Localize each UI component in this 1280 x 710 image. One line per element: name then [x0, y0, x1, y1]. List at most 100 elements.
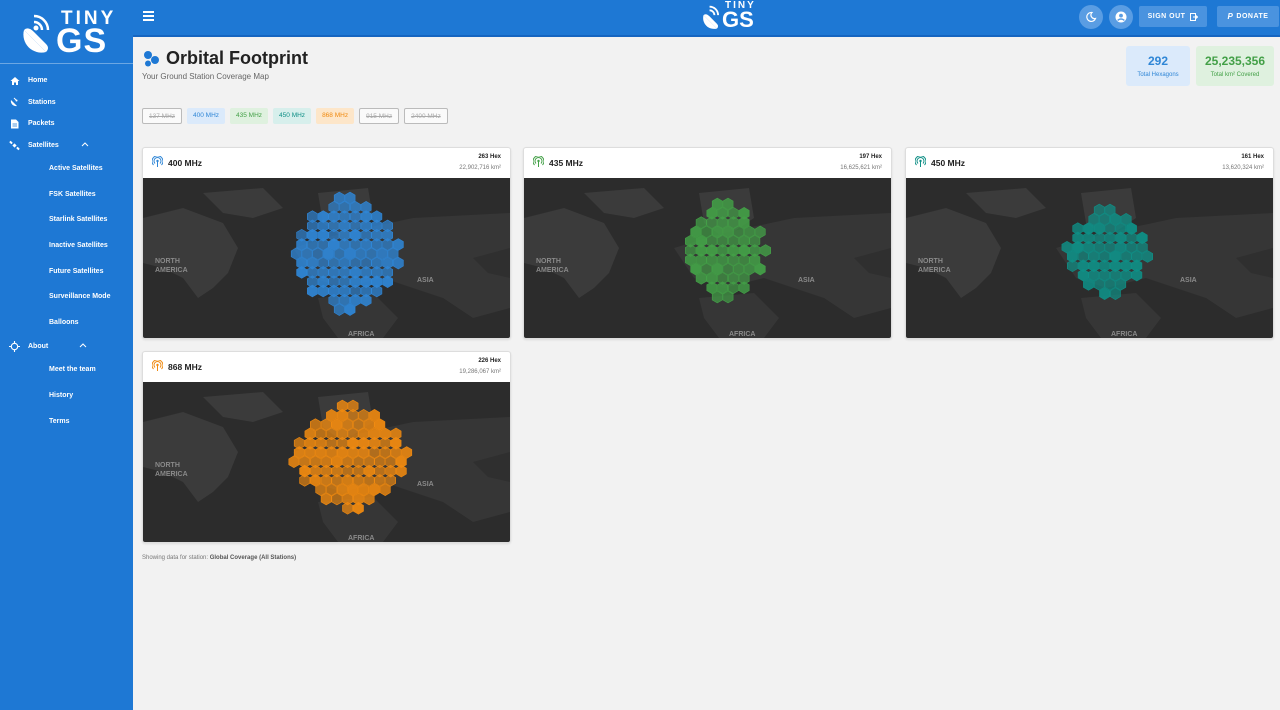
broadcast-tower-icon [152, 360, 163, 371]
sidebar-item-home[interactable]: Home [0, 70, 133, 92]
coverage-hexagons [290, 191, 404, 316]
sidebar-subitem-terms[interactable]: Terms [0, 409, 133, 435]
map-label-africa: AFRICA [348, 331, 374, 338]
frequency-chip-137-mhz[interactable]: 137 MHz [142, 108, 183, 124]
page-subtitle: Your Ground Station Coverage Map [142, 72, 269, 81]
coverage-card-450-mhz: 450 MHz 161 Hex 13,620,324 km² NORTH AME… [905, 147, 1274, 339]
broadcast-tower-icon [533, 156, 544, 167]
total-hexagons-value: 292 [1147, 54, 1169, 68]
tinygs-header-logo[interactable]: TINY GS [700, 0, 765, 33]
map-label-africa: AFRICA [348, 535, 374, 542]
sign-out-label: SIGN OUT [1147, 13, 1186, 20]
sidebar-subitem-inactive-satellites[interactable]: Inactive Satellites [0, 233, 133, 259]
total-hexagons-stat: 292 Total Hexagons [1126, 46, 1190, 86]
map-label-asia: ASIA [1180, 277, 1197, 284]
coverage-map[interactable]: NORTH AMERICA ASIA AFRICA [143, 382, 510, 542]
coverage-map[interactable]: NORTH AMERICA ASIA AFRICA [906, 178, 1273, 338]
coverage-map[interactable]: NORTH AMERICA ASIA AFRICA [524, 178, 891, 338]
total-hexagons-label: Total Hexagons [1137, 72, 1179, 78]
map-label-asia: ASIA [417, 481, 434, 488]
sidebar-subitem-surveillance-mode[interactable]: Surveillance Mode [0, 284, 133, 310]
map-label-north: NORTH [918, 258, 943, 265]
card-km-covered: 19,286,067 km² [459, 369, 501, 375]
frequency-chip-868-mhz[interactable]: 868 MHz [316, 108, 355, 124]
sidebar-subitem-starlink-satellites[interactable]: Starlink Satellites [0, 207, 133, 233]
broadcast-tower-icon [152, 156, 163, 167]
satellite-dish-icon [9, 97, 20, 108]
about-submenu: Meet the team History Terms [0, 357, 133, 434]
crosshair-icon [9, 341, 20, 353]
home-icon [9, 75, 20, 86]
account-button[interactable] [1109, 5, 1133, 29]
station-note-prefix: Showing data for station: [142, 555, 209, 561]
coverage-hexagons [1061, 203, 1153, 300]
chevron-up-icon[interactable] [81, 142, 89, 149]
map-label-asia: ASIA [417, 277, 434, 284]
map-label-north: NORTH [536, 258, 561, 265]
station-note-value: Global Coverage (All Stations) [209, 555, 297, 561]
frequency-chip-435-mhz[interactable]: 435 MHz [230, 108, 269, 124]
sidebar-subitem-balloons[interactable]: Balloons [0, 310, 133, 336]
map-label-america: AMERICA [155, 471, 188, 478]
card-header: 450 MHz 161 Hex 13,620,324 km² [906, 148, 1273, 178]
sidebar-divider [0, 63, 133, 64]
map-label-asia: ASIA [798, 277, 815, 284]
sidebar-item-label: Satellites [28, 141, 59, 149]
sidebar-item-satellites[interactable]: Satellites [0, 135, 133, 157]
card-km-covered: 13,620,324 km² [1222, 165, 1264, 171]
card-title: 435 MHz [549, 158, 584, 168]
frequency-chip-2400-mhz[interactable]: 2400 MHz [404, 108, 448, 124]
card-hex-count: 161 Hex [1241, 154, 1264, 160]
account-circle-icon [1115, 11, 1127, 23]
map-label-america: AMERICA [536, 267, 569, 274]
sidebar-item-packets[interactable]: Packets [0, 113, 133, 135]
donate-button[interactable]: P DONATE [1217, 6, 1279, 27]
card-hex-count: 263 Hex [478, 154, 501, 160]
frequency-chip-915-mhz[interactable]: 915 MHz [359, 108, 400, 124]
card-hex-count: 226 Hex [478, 358, 501, 364]
frequency-filter-chips: 137 MHz 400 MHz 435 MHz 450 MHz 868 MHz 915 M… [142, 108, 453, 124]
map-label-africa: AFRICA [1111, 331, 1137, 338]
card-title: 450 MHz [931, 158, 966, 168]
sidebar-subitem-future-satellites[interactable]: Future Satellites [0, 259, 133, 285]
menu-icon[interactable] [143, 11, 154, 23]
map-label-africa: AFRICA [729, 331, 755, 338]
satellite-dish-logo-icon [23, 14, 50, 53]
frequency-chip-450-mhz[interactable]: 450 MHz [273, 108, 312, 124]
broadcast-tower-icon [915, 156, 926, 167]
donate-label: DONATE [1236, 13, 1269, 20]
sidebar: TINY GS Home Stations Packets Satellites… [0, 0, 133, 710]
coverage-hexagons [288, 399, 413, 515]
frequency-chip-400-mhz[interactable]: 400 MHz [187, 108, 226, 124]
paypal-icon: P [1227, 12, 1234, 21]
logo-gs-text: GS [56, 22, 108, 60]
total-km-label: Total km² Covered [1210, 72, 1260, 78]
page-title: Orbital Footprint [166, 48, 308, 68]
total-km-value: 25,235,356 [1204, 54, 1266, 68]
card-header: 868 MHz 226 Hex 19,286,067 km² [143, 352, 510, 382]
coverage-map[interactable]: NORTH AMERICA ASIA AFRICA [143, 178, 510, 338]
chevron-up-icon[interactable] [79, 343, 87, 350]
sidebar-item-label: Stations [28, 98, 56, 106]
map-label-america: AMERICA [155, 267, 188, 274]
card-header: 435 MHz 197 Hex 16,625,621 km² [524, 148, 891, 178]
sidebar-item-label: About [28, 343, 49, 351]
bubble-chart-icon [144, 51, 159, 67]
sidebar-subitem-fsk-satellites[interactable]: FSK Satellites [0, 182, 133, 208]
sidebar-item-about[interactable]: About [0, 336, 133, 358]
sidebar-subitem-active-satellites[interactable]: Active Satellites [0, 156, 133, 182]
coverage-card-868-mhz: 868 MHz 226 Hex 19,286,067 km² NORTH AME… [142, 351, 511, 543]
coverage-hexagons [685, 197, 771, 304]
moon-icon [1086, 11, 1097, 23]
card-title: 400 MHz [168, 158, 203, 168]
sidebar-item-stations[interactable]: Stations [0, 92, 133, 114]
top-app-bar: TINY GS SIGN OUT P DONATE [133, 0, 1280, 37]
card-km-covered: 16,625,621 km² [840, 165, 882, 171]
theme-toggle-button[interactable] [1079, 5, 1103, 29]
map-label-north: NORTH [155, 462, 180, 469]
sidebar-subitem-meet-the-team[interactable]: Meet the team [0, 357, 133, 383]
total-km-stat: 25,235,356 Total km² Covered [1196, 46, 1274, 86]
sidebar-subitem-history[interactable]: History [0, 383, 133, 409]
tinygs-logo[interactable]: TINY GS [20, 8, 120, 60]
sign-out-button[interactable]: SIGN OUT [1139, 6, 1207, 27]
